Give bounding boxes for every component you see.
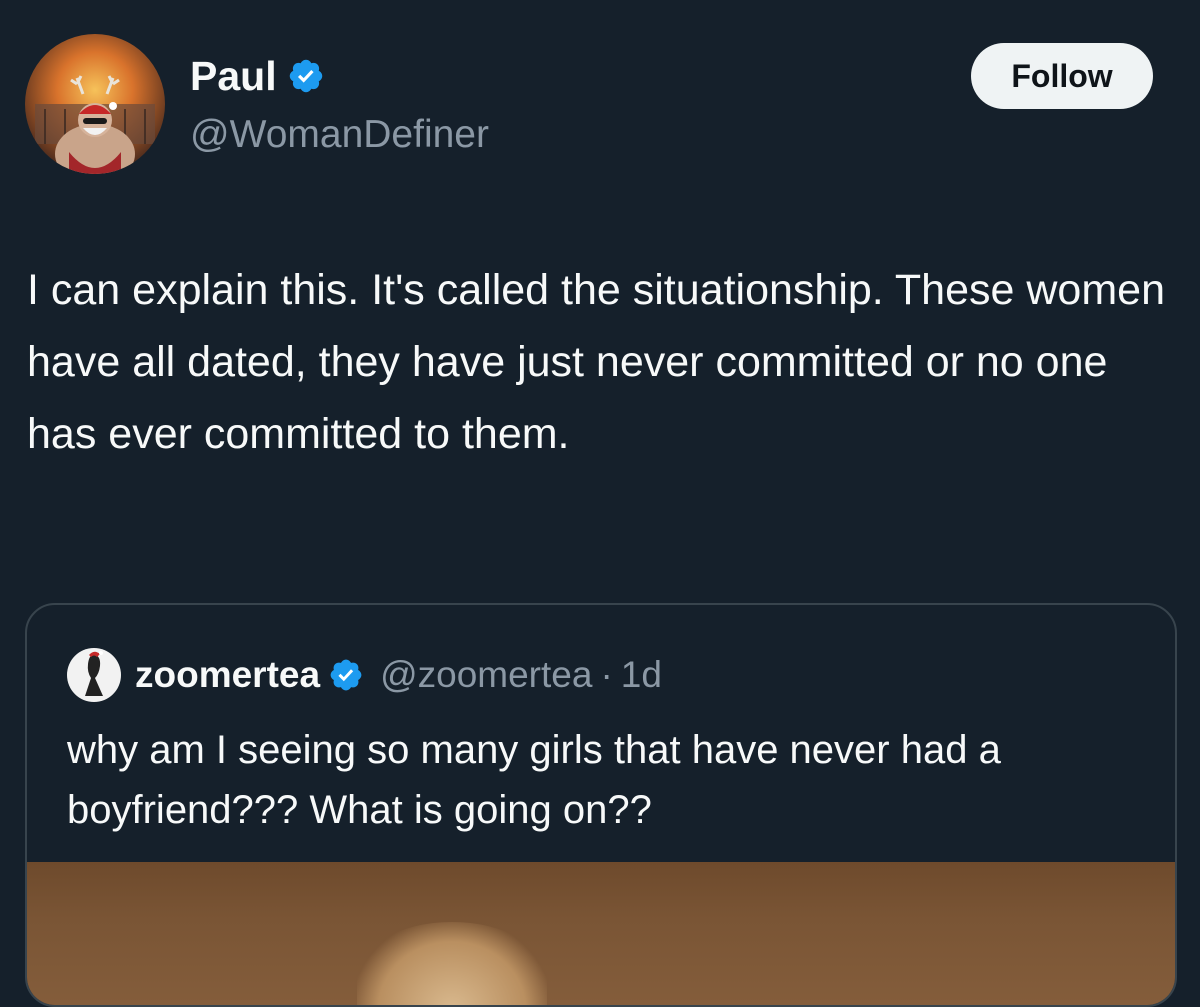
quoted-tweet[interactable]: zoomertea @zoomertea · 1d why am I seein… [25,603,1177,1007]
quoted-timestamp[interactable]: 1d [621,654,662,696]
quoted-tweet-media[interactable] [27,862,1175,1005]
verified-badge-icon [289,59,322,93]
avatar-image [25,34,165,174]
author-name[interactable]: Paul [190,50,325,102]
quoted-tweet-header: zoomertea @zoomertea · 1d [67,645,662,705]
follow-button[interactable]: Follow [971,43,1153,109]
quoted-author-name[interactable]: zoomertea [135,654,320,696]
author-avatar[interactable] [25,34,165,174]
tweet-card: Paul @WomanDefiner Follow I can explain … [0,0,1200,1007]
quoted-avatar-image [67,648,121,702]
author-display-name: Paul [190,53,277,99]
tweet-text: I can explain this. It's called the situ… [27,266,1165,458]
media-image-content [357,922,547,1005]
author-handle[interactable]: @WomanDefiner [190,110,489,160]
quoted-author-handle[interactable]: @zoomertea [380,654,592,696]
quoted-separator: · [600,654,613,695]
quoted-verified-badge-icon [330,659,362,691]
quoted-tweet-text: why am I seeing so many girls that have … [67,728,1001,832]
quoted-author-avatar[interactable] [67,648,121,702]
